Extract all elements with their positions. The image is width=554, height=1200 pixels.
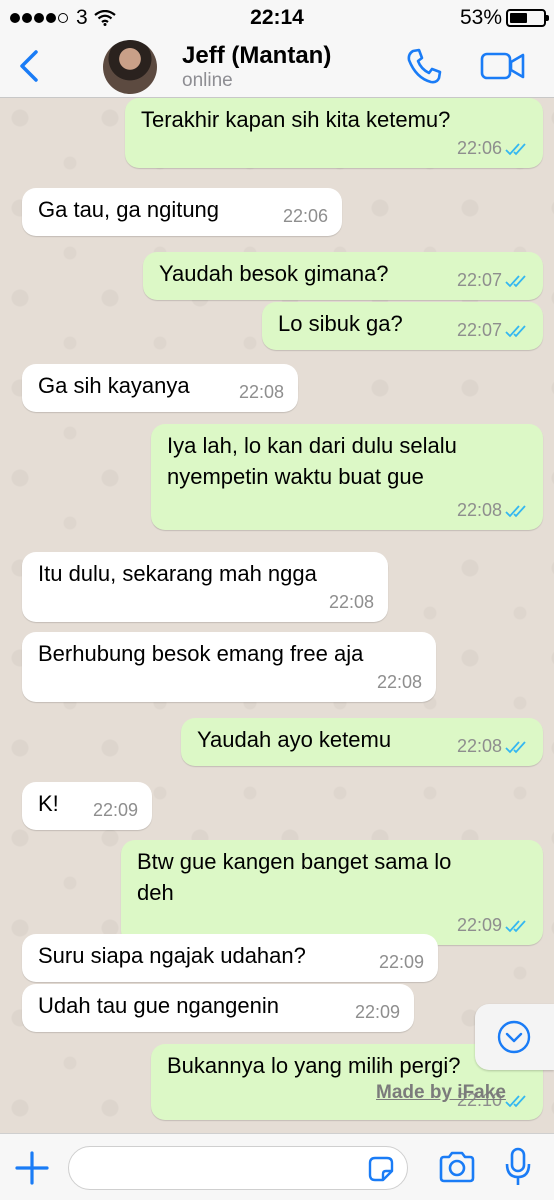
incoming-message[interactable]: Itu dulu, sekarang mah ngga 22:08 bbox=[22, 552, 388, 622]
message-time: 22:07 bbox=[456, 320, 502, 340]
read-receipt-icon bbox=[505, 324, 526, 337]
message-text: Udah tau gue ngangenin bbox=[38, 993, 279, 1018]
message-text: Berhubung besok emang free aja bbox=[38, 641, 364, 666]
outgoing-message[interactable]: Iya lah, lo kan dari dulu selalu nyempeti… bbox=[151, 424, 543, 530]
message-input[interactable] bbox=[83, 1153, 353, 1183]
video-call-button[interactable] bbox=[480, 48, 526, 84]
read-receipt-icon bbox=[505, 1094, 526, 1107]
watermark: Made by iFake bbox=[376, 1082, 506, 1103]
outgoing-message[interactable]: Yaudah besok gimana? 22:07 bbox=[143, 252, 543, 300]
message-text: Ga sih kayanya bbox=[38, 373, 190, 398]
message-text: Terakhir kapan sih kita ketemu? bbox=[141, 107, 451, 132]
message-text: Lo sibuk ga? bbox=[278, 311, 403, 336]
message-text: Ga tau, ga ngitung bbox=[38, 197, 220, 222]
message-time: 22:08 bbox=[456, 500, 502, 520]
incoming-message[interactable]: Ga tau, ga ngitung 22:06 bbox=[22, 188, 342, 236]
plus-icon bbox=[15, 1151, 49, 1185]
incoming-message[interactable]: Berhubung besok emang free aja 22:08 bbox=[22, 632, 436, 702]
message-meta: 22:09 bbox=[379, 947, 424, 978]
message-meta: 22:06 bbox=[283, 201, 328, 232]
message-meta: 22:09 bbox=[93, 795, 138, 826]
incoming-message[interactable]: Suru siapa ngajak udahan? 22:09 bbox=[22, 934, 438, 982]
outgoing-message[interactable]: Lo sibuk ga? 22:07 bbox=[262, 302, 543, 350]
message-time: 22:08 bbox=[238, 382, 284, 402]
message-time: 22:08 bbox=[456, 736, 502, 756]
message-text: Yaudah ayo ketemu bbox=[197, 727, 392, 752]
incoming-message[interactable]: Ga sih kayanya 22:08 bbox=[22, 364, 298, 412]
back-button[interactable] bbox=[12, 46, 52, 86]
message-time: 22:09 bbox=[378, 952, 424, 972]
camera-icon bbox=[439, 1151, 475, 1183]
message-text: Itu dulu, sekarang mah ngga bbox=[38, 561, 317, 586]
message-meta: 22:09 bbox=[457, 910, 529, 941]
message-text-line: nyempetin waktu buat gue bbox=[167, 464, 424, 489]
camera-button[interactable] bbox=[438, 1150, 476, 1184]
message-text-line: Iya lah, lo kan dari dulu selalu bbox=[167, 433, 457, 458]
chevron-left-icon bbox=[20, 50, 38, 82]
message-time: 22:09 bbox=[354, 1002, 400, 1022]
message-time: 22:09 bbox=[92, 800, 138, 820]
message-time: 22:07 bbox=[456, 270, 502, 290]
contact-name[interactable]: Jeff (Mantan) bbox=[182, 42, 331, 70]
contact-avatar[interactable] bbox=[103, 40, 157, 94]
sticker-button[interactable] bbox=[367, 1155, 395, 1183]
incoming-message[interactable]: K! 22:09 bbox=[22, 782, 152, 830]
message-time: 22:09 bbox=[456, 915, 502, 935]
message-meta: 22:08 bbox=[377, 667, 422, 698]
message-text: K! bbox=[38, 791, 59, 816]
message-input-wrapper bbox=[68, 1146, 408, 1190]
message-meta: 22:08 bbox=[329, 587, 374, 618]
video-camera-icon bbox=[480, 52, 525, 80]
message-meta: 22:08 bbox=[457, 731, 529, 762]
read-receipt-icon bbox=[505, 919, 526, 932]
input-toolbar bbox=[0, 1133, 554, 1200]
attach-button[interactable] bbox=[14, 1150, 50, 1186]
read-receipt-icon bbox=[505, 740, 526, 753]
message-meta: 22:08 bbox=[457, 495, 529, 526]
outgoing-message[interactable]: Terakhir kapan sih kita ketemu? 22:06 bbox=[125, 98, 543, 168]
status-bar: 3 22:14 53% bbox=[0, 0, 554, 36]
scroll-to-bottom-button[interactable] bbox=[475, 1004, 554, 1070]
message-meta: 22:06 bbox=[457, 133, 529, 164]
contact-status: online bbox=[182, 70, 233, 91]
message-time: 22:06 bbox=[282, 206, 328, 226]
message-text: Suru siapa ngajak udahan? bbox=[38, 943, 306, 968]
message-time: 22:08 bbox=[376, 672, 422, 692]
message-text-line: deh bbox=[137, 880, 174, 905]
message-meta: 22:09 bbox=[355, 997, 400, 1028]
chat-header: Jeff (Mantan) online bbox=[0, 36, 554, 98]
read-receipt-icon bbox=[505, 504, 526, 517]
status-bar-right: 53% bbox=[459, 6, 549, 30]
message-meta: 22:08 bbox=[239, 377, 284, 408]
outgoing-message[interactable]: Btw gue kangen banget sama lo deh 22:09 bbox=[121, 840, 543, 945]
read-receipt-icon bbox=[505, 274, 526, 287]
chat-area[interactable]: Terakhir kapan sih kita ketemu? 22:06 Ga t… bbox=[0, 98, 554, 1133]
outgoing-message[interactable]: Yaudah ayo ketemu 22:08 bbox=[181, 718, 543, 766]
sticker-icon bbox=[368, 1156, 394, 1182]
message-time: 22:06 bbox=[456, 138, 502, 158]
message-time: 22:08 bbox=[328, 592, 374, 612]
microphone-icon bbox=[505, 1147, 531, 1185]
message-text: Bukannya lo yang milih pergi? bbox=[167, 1053, 461, 1078]
voice-call-button[interactable] bbox=[404, 46, 444, 86]
microphone-button[interactable] bbox=[504, 1146, 532, 1188]
message-meta: 22:07 bbox=[457, 265, 529, 296]
chevron-down-circle-icon bbox=[497, 1020, 531, 1054]
message-text: Yaudah besok gimana? bbox=[159, 261, 389, 286]
message-text-line: Btw gue kangen banget sama lo bbox=[137, 849, 452, 874]
message-meta: 22:07 bbox=[457, 315, 529, 346]
message-text: Btw gue kangen banget sama lo deh bbox=[137, 846, 451, 908]
battery-percentage: 53% bbox=[459, 6, 502, 29]
read-receipt-icon bbox=[505, 142, 526, 155]
phone-icon bbox=[407, 48, 442, 84]
message-text: Iya lah, lo kan dari dulu selalu nyempeti… bbox=[167, 430, 457, 492]
battery-icon bbox=[506, 9, 549, 27]
incoming-message[interactable]: Udah tau gue ngangenin 22:09 bbox=[22, 984, 414, 1032]
